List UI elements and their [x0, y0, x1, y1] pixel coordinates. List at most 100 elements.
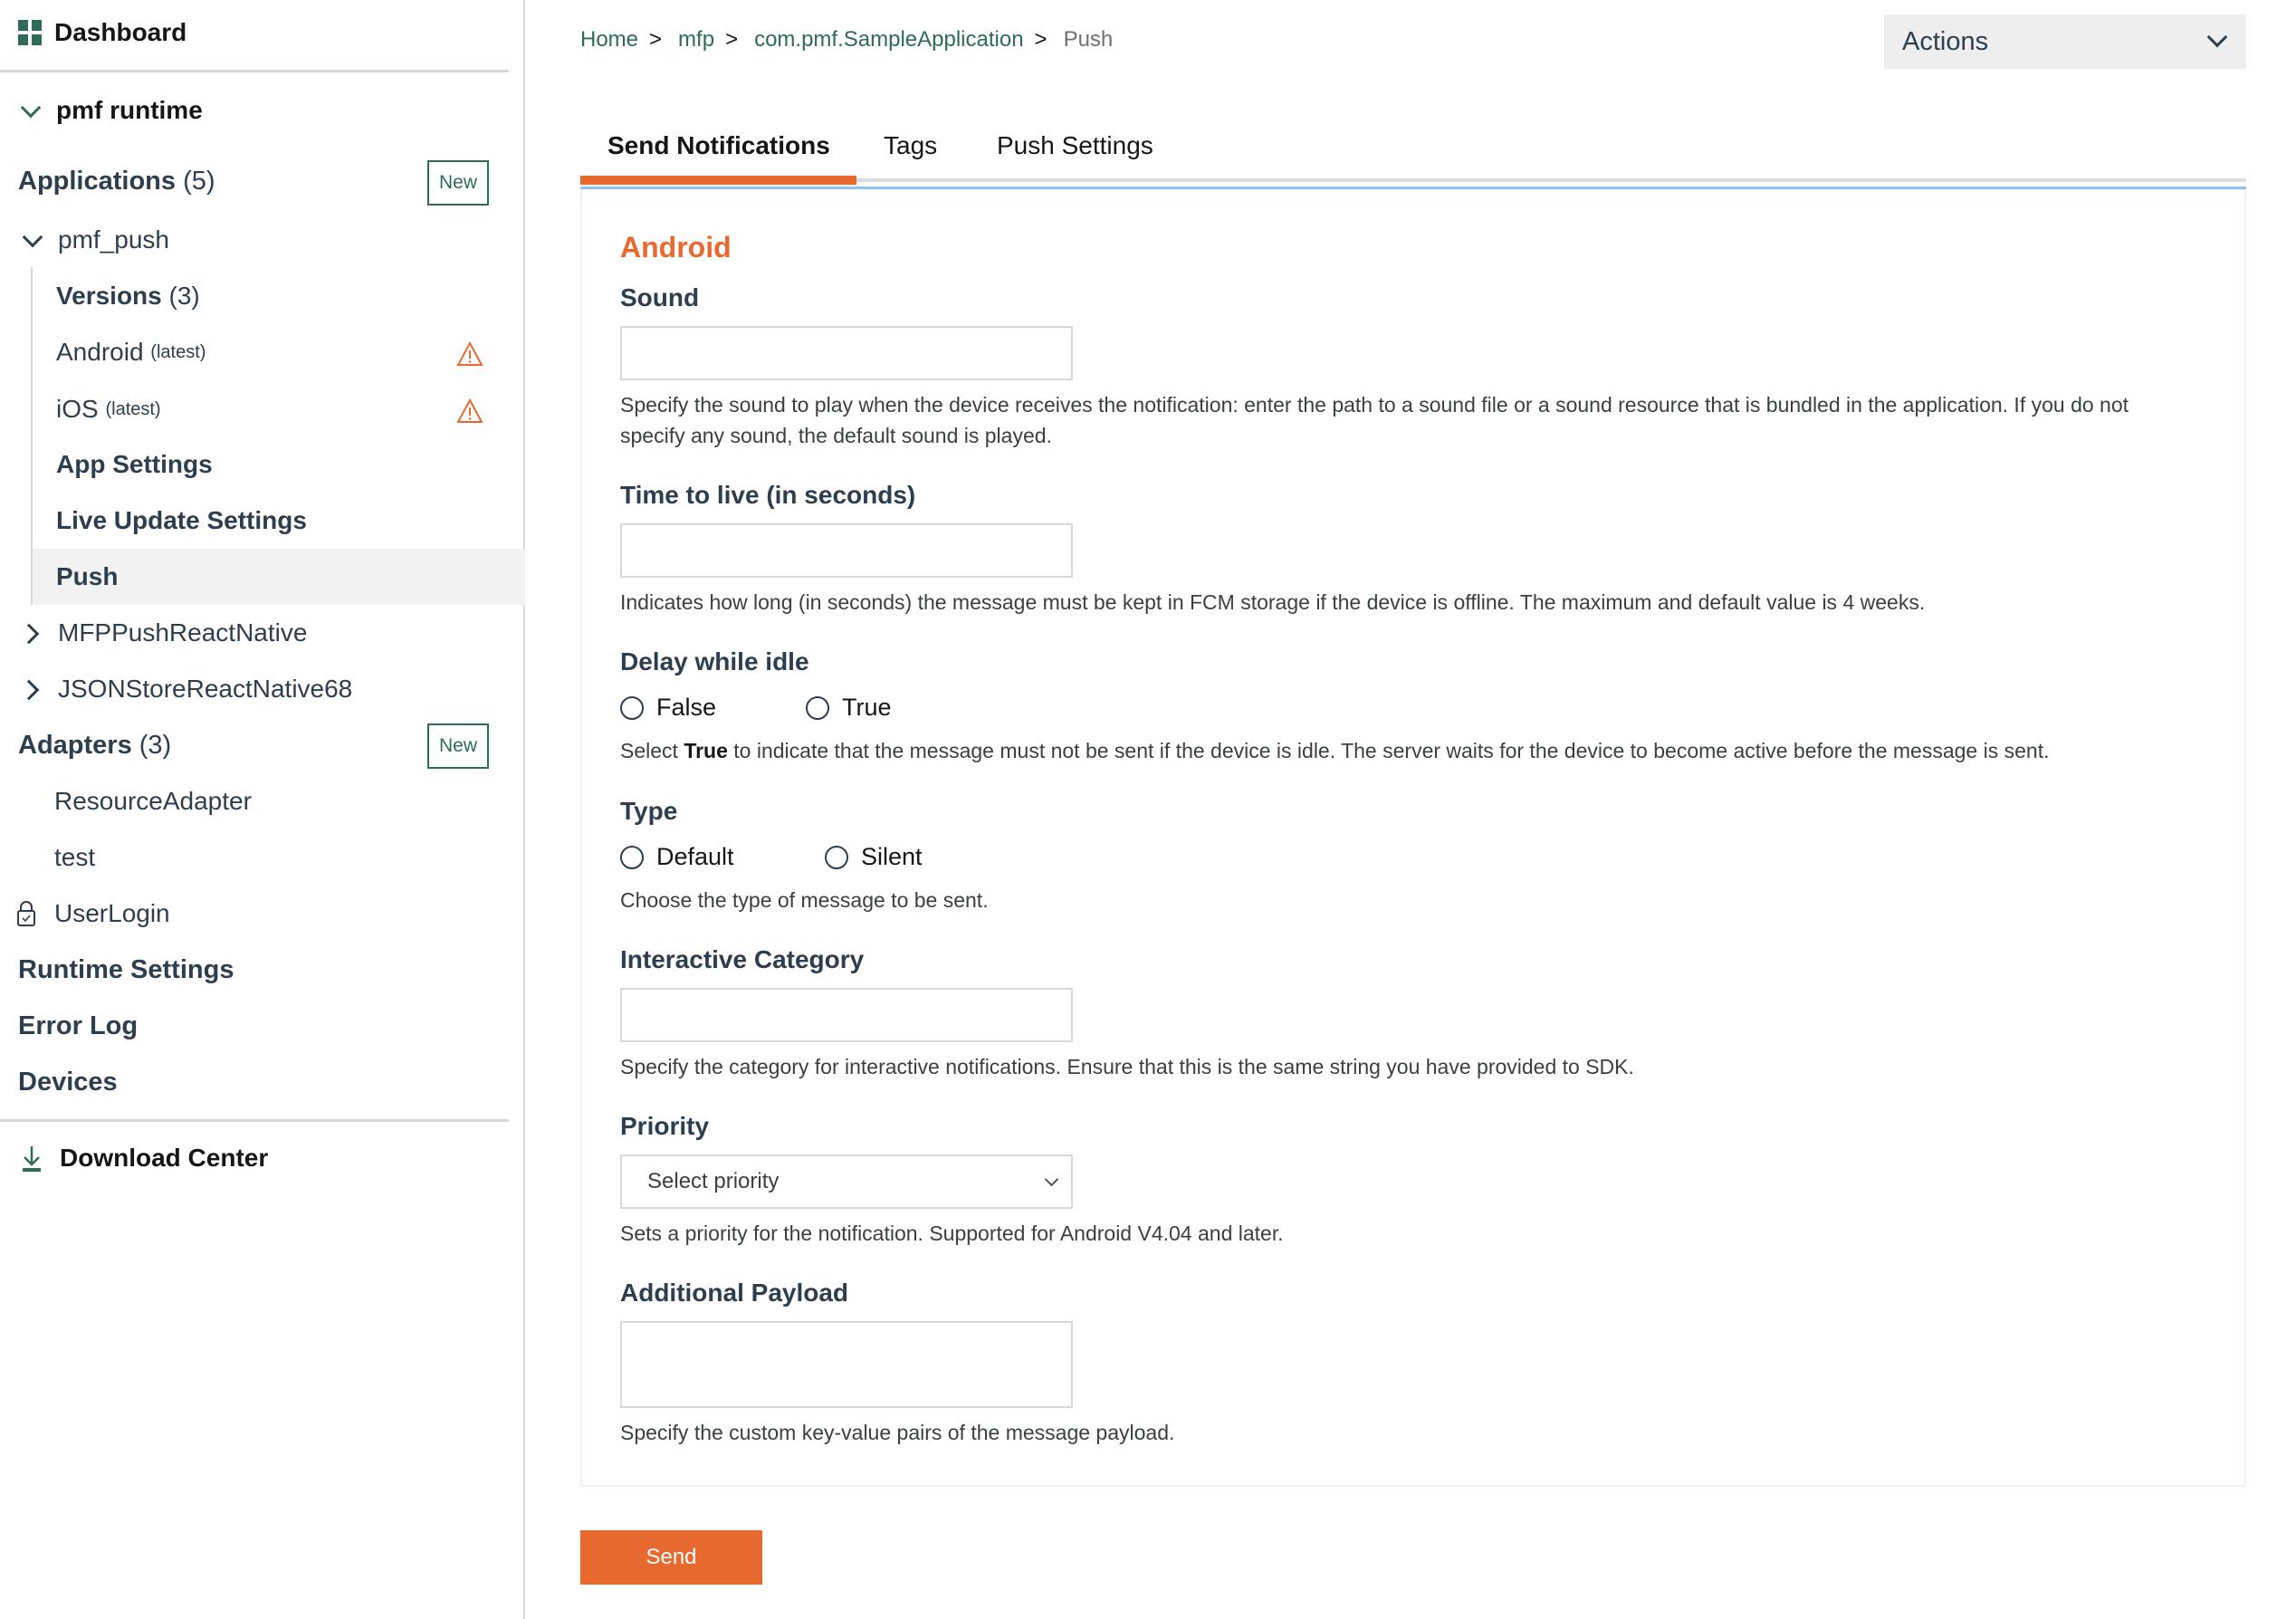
chevron-right-icon — [20, 675, 47, 703]
tab-bar: Send Notifications Tags Push Settings — [580, 131, 2246, 186]
sidebar-item-devices[interactable]: Devices — [18, 1062, 118, 1102]
actions-dropdown[interactable]: Actions — [1884, 14, 2246, 69]
sidebar-item-adapters[interactable]: Adapters (3) — [18, 725, 171, 765]
dashboard-link[interactable]: Dashboard — [18, 13, 187, 53]
type-help: Choose the type of message to be sent. — [620, 888, 989, 912]
userlogin-label: UserLogin — [54, 899, 170, 927]
sidebar: Dashboard pmf runtime Applications (5) N… — [0, 0, 525, 1619]
help-text: Select — [620, 739, 684, 762]
priority-select[interactable]: Select priority — [620, 1154, 1073, 1209]
sidebar-item-resourceadapter[interactable]: ResourceAdapter — [54, 781, 252, 821]
applications-count: (5) — [183, 166, 215, 196]
breadcrumb-separator: > — [1034, 27, 1048, 52]
app-name: pmf_push — [58, 225, 169, 254]
tab-send-notifications[interactable]: Send Notifications — [607, 131, 830, 184]
dashboard-grid-icon — [18, 20, 42, 45]
send-button[interactable]: Send — [580, 1530, 762, 1585]
chevron-down-icon — [18, 97, 45, 124]
breadcrumb-home[interactable]: Home — [580, 27, 638, 53]
breadcrumb-separator: > — [649, 27, 663, 52]
sidebar-item-versions[interactable]: Versions (3) — [56, 276, 200, 316]
help-emphasis: True — [684, 739, 728, 762]
breadcrumb-current: Push — [1063, 27, 1114, 52]
radio-circle — [620, 695, 644, 720]
download-icon — [23, 1146, 41, 1172]
warning-icon — [456, 341, 483, 366]
tab-push-settings[interactable]: Push Settings — [997, 131, 1153, 184]
breadcrumb-application[interactable]: com.pmf.SampleApplication — [754, 27, 1023, 53]
new-application-button[interactable]: New — [427, 160, 489, 206]
versions-label: Versions — [56, 282, 162, 310]
sidebar-item-mfppushreactnative[interactable]: MFPPushReactNative — [20, 613, 307, 653]
lock-icon — [17, 901, 35, 926]
android-label: Android — [56, 338, 144, 366]
priority-label: Priority — [620, 1112, 710, 1140]
sidebar-item-applications[interactable]: Applications (5) — [18, 161, 215, 201]
interactive-category-help: Specify the category for interactive not… — [620, 1055, 1634, 1078]
priority-selected: Select priority — [647, 1169, 780, 1193]
priority-help: Sets a priority for the notification. Su… — [620, 1221, 1284, 1245]
sound-input[interactable] — [620, 326, 1073, 380]
bottom-fade — [527, 1539, 2296, 1619]
type-label: Type — [620, 797, 678, 825]
interactive-category-input[interactable] — [620, 988, 1073, 1042]
chevron-down-icon — [20, 226, 47, 254]
type-silent-radio[interactable]: Silent — [825, 843, 923, 871]
app-name: JSONStoreReactNative68 — [58, 675, 353, 703]
tab-tags[interactable]: Tags — [884, 131, 937, 184]
android-notification-form: Android Sound Specify the sound to play … — [580, 189, 2246, 1487]
sidebar-item-test[interactable]: test — [54, 838, 95, 877]
actions-label: Actions — [1902, 26, 1989, 56]
new-adapter-button[interactable]: New — [427, 723, 489, 769]
sidebar-item-app-settings[interactable]: App Settings — [56, 445, 213, 484]
payload-textarea[interactable] — [620, 1321, 1073, 1408]
sidebar-item-ios[interactable]: iOS (latest) — [56, 389, 161, 429]
payload-help: Specify the custom key-value pairs of th… — [620, 1421, 1175, 1444]
ttl-input[interactable] — [620, 523, 1073, 578]
download-center-link[interactable]: Download Center — [20, 1138, 268, 1178]
breadcrumb: Home > mfp > com.pmf.SampleApplication >… — [580, 27, 1113, 53]
sidebar-item-error-log[interactable]: Error Log — [18, 1006, 138, 1046]
delay-help: Select True to indicate that the message… — [620, 735, 2159, 766]
download-center-label: Download Center — [60, 1144, 269, 1172]
chevron-down-icon — [1044, 1172, 1059, 1186]
section-title-android: Android — [620, 231, 732, 263]
divider — [0, 70, 509, 72]
sidebar-item-runtime-settings[interactable]: Runtime Settings — [18, 950, 234, 990]
runtime-toggle[interactable]: pmf runtime — [18, 91, 203, 130]
type-default-radio[interactable]: Default — [620, 843, 734, 871]
sound-help: Specify the sound to play when the devic… — [620, 393, 2129, 447]
radio-label: True — [842, 694, 892, 721]
sidebar-item-userlogin[interactable]: UserLogin — [16, 894, 170, 934]
radio-label: Silent — [861, 843, 923, 870]
ttl-help: Indicates how long (in seconds) the mess… — [620, 590, 1926, 614]
applications-label: Applications — [18, 166, 177, 196]
warning-icon — [456, 398, 483, 423]
delay-true-radio[interactable]: True — [806, 694, 892, 722]
ios-label: iOS — [56, 395, 99, 423]
dashboard-label: Dashboard — [54, 18, 187, 46]
adapters-label: Adapters — [18, 730, 132, 760]
sidebar-item-android[interactable]: Android (latest) — [56, 332, 206, 372]
payload-label: Additional Payload — [620, 1279, 849, 1307]
versions-count: (3) — [168, 282, 200, 310]
radio-label: False — [656, 694, 717, 721]
chevron-right-icon — [20, 619, 47, 647]
delay-label: Delay while idle — [620, 647, 809, 675]
delay-false-radio[interactable]: False — [620, 694, 716, 722]
radio-circle — [620, 845, 644, 869]
chevron-down-icon — [2206, 26, 2228, 48]
sidebar-item-push[interactable]: Push — [56, 557, 118, 597]
radio-label: Default — [656, 843, 734, 870]
breadcrumb-mfp[interactable]: mfp — [678, 27, 714, 53]
sidebar-item-pmf-push[interactable]: pmf_push — [20, 220, 169, 260]
runtime-label: pmf runtime — [56, 96, 203, 124]
breadcrumb-separator: > — [725, 27, 739, 52]
help-text: to indicate that the message must not be… — [727, 739, 2050, 762]
interactive-category-label: Interactive Category — [620, 945, 865, 973]
ttl-label: Time to live (in seconds) — [620, 481, 916, 509]
sidebar-item-jsonstorereactnative68[interactable]: JSONStoreReactNative68 — [20, 669, 352, 709]
sidebar-item-live-update-settings[interactable]: Live Update Settings — [56, 501, 307, 541]
sound-label: Sound — [620, 283, 700, 311]
divider — [0, 1119, 509, 1122]
